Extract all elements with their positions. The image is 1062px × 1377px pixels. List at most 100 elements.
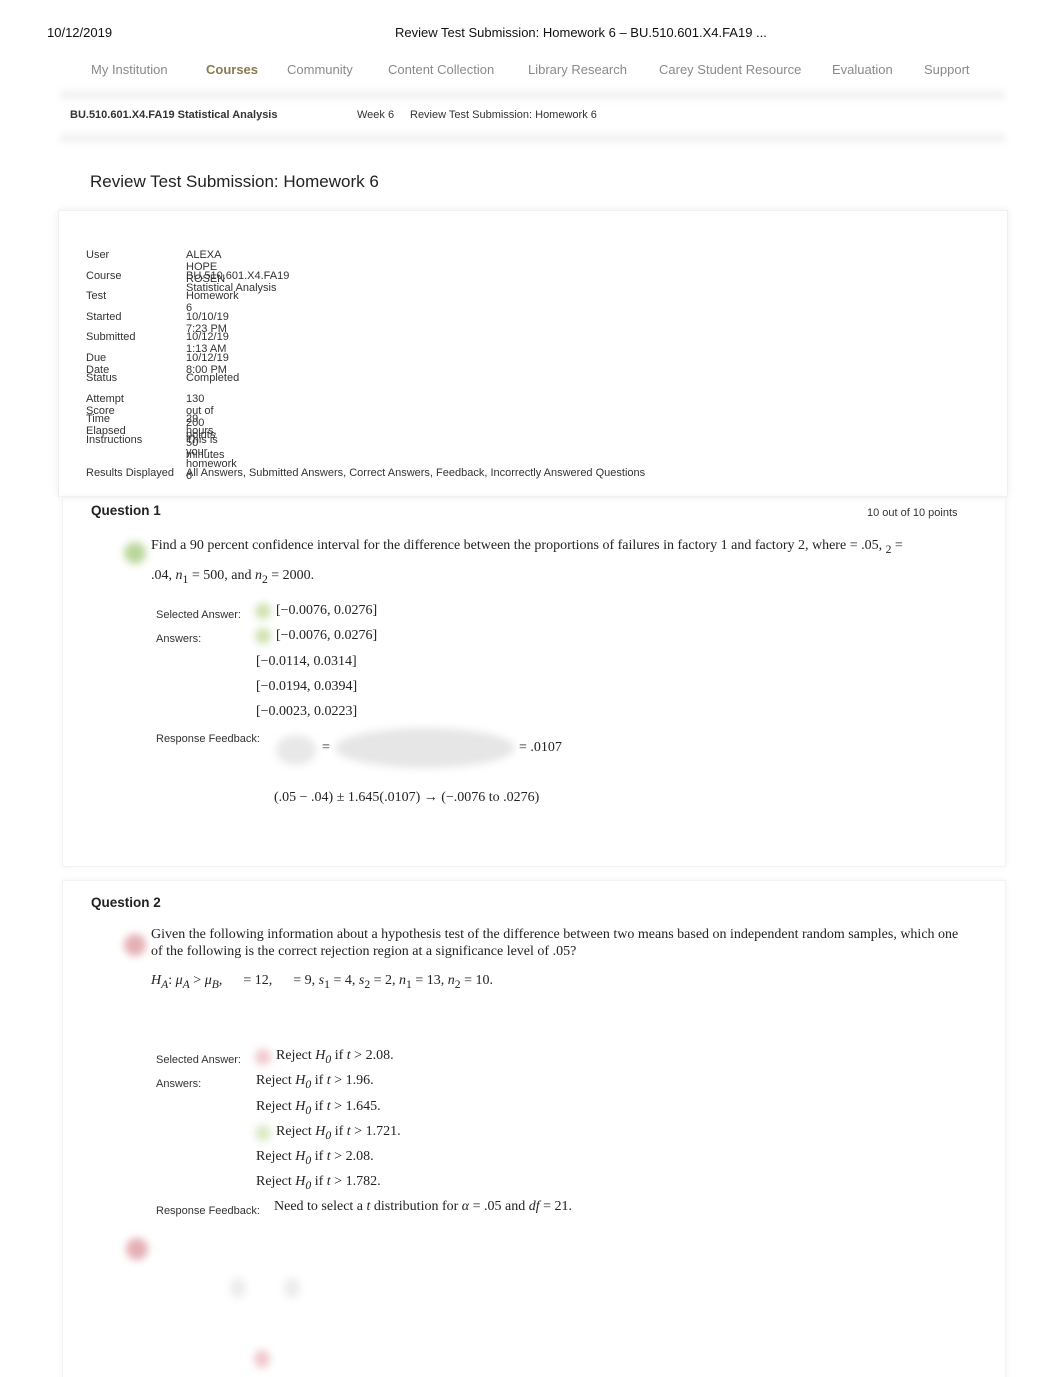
question-text: .04, n1 = 500, and n2 = 2000. — [151, 568, 314, 586]
text-segment: = .05, — [849, 538, 886, 553]
response-feedback-label: Response Feedback: — [156, 733, 260, 745]
text-segment: n — [399, 973, 407, 988]
answer-option: Reject H0 if t > 2.08. — [256, 1149, 374, 1167]
text-segment: = 2000. — [267, 568, 315, 583]
reject-prefix: Reject — [256, 1099, 296, 1114]
feedback-result: = .0107 — [519, 740, 562, 755]
reject-prefix: Reject — [256, 1174, 296, 1189]
if-text: if — [331, 1124, 347, 1139]
if-text: if — [311, 1174, 327, 1189]
text-segment: = 21. — [539, 1199, 573, 1214]
critical-value: 1.645 — [345, 1099, 378, 1114]
text-segment: = 4, — [329, 973, 359, 988]
answers-label: Answers: — [156, 633, 202, 645]
info-value: Completed — [186, 372, 240, 384]
critical-value: 1.96 — [345, 1073, 371, 1088]
nav-library-research[interactable]: Library Research — [528, 62, 627, 77]
answer-option: Reject H0 if t > 1.645. — [256, 1099, 381, 1117]
text-segment: = 2, — [370, 973, 400, 988]
answer-option: Reject H0 if t > 1.782. — [256, 1174, 381, 1192]
results-displayed-value: All Answers, Submitted Answers, Correct … — [186, 467, 646, 479]
t-var: t — [346, 1048, 351, 1063]
if-text: if — [331, 1048, 347, 1063]
nav-support[interactable]: Support — [924, 62, 970, 77]
info-label: Instructions — [86, 433, 143, 446]
critical-value: 2.08 — [345, 1149, 371, 1164]
h0: H — [315, 1048, 326, 1063]
correct-check-icon — [255, 628, 271, 644]
text-segment: = 12, — [222, 973, 294, 988]
text-segment: H — [151, 973, 162, 988]
answer-option: [−0.0023, 0.0223] — [256, 704, 358, 719]
page-title: Review Test Submission: Homework 6 — [90, 172, 379, 191]
text-segment: > — [189, 973, 205, 988]
critical-value: 2.08 — [365, 1048, 391, 1063]
text-segment: = — [891, 538, 903, 553]
text-segment: : — [168, 973, 176, 988]
h0: H — [295, 1149, 306, 1164]
selected-answer-label: Selected Answer: — [156, 609, 241, 621]
question-text: Given the following information about a … — [151, 927, 959, 959]
selected-answer: Reject H0 if t > 2.08. — [276, 1048, 394, 1066]
t-var: t — [346, 1124, 351, 1139]
question-title: Question 1 — [91, 503, 161, 518]
t-var: t — [326, 1174, 331, 1189]
text-segment: = 13, — [411, 973, 448, 988]
answer-option: [−0.0076, 0.0276] — [276, 628, 378, 643]
correct-check-icon — [255, 1125, 271, 1141]
question-points: 10 out of 10 points — [867, 507, 958, 519]
text-segment: df — [528, 1199, 540, 1214]
breadcrumb-week[interactable]: Week 6 — [357, 109, 394, 121]
answer-option: [−0.0194, 0.0394] — [256, 679, 358, 694]
text-segment: Find a 90 percent confidence interval fo… — [151, 538, 850, 553]
formula-image — [276, 735, 316, 765]
text-segment: = .05 and — [469, 1199, 529, 1214]
answer-option: Reject H0 if t > 1.96. — [256, 1073, 374, 1091]
answers-label: Answers: — [156, 1078, 202, 1090]
reject-prefix: Reject — [276, 1124, 316, 1139]
reject-prefix: Reject — [256, 1073, 296, 1088]
h0: H — [295, 1174, 306, 1189]
t-var: t — [326, 1149, 331, 1164]
reject-prefix: Reject — [256, 1149, 296, 1164]
nav-content-collection[interactable]: Content Collection — [388, 62, 494, 77]
info-label: Submitted — [86, 331, 136, 343]
incorrect-x-icon — [254, 1350, 270, 1368]
divider — [60, 90, 1005, 100]
nav-evaluation[interactable]: Evaluation — [832, 62, 893, 77]
feedback-equals: = — [322, 740, 330, 755]
nav-carey-student-resource[interactable]: Carey Student Resource — [659, 62, 801, 77]
breadcrumb-course[interactable]: BU.510.601.X4.FA19 Statistical Analysis — [70, 109, 277, 121]
incorrect-x-icon — [255, 1049, 271, 1065]
text-segment: A — [182, 977, 190, 991]
response-feedback-label: Response Feedback: — [156, 1205, 260, 1217]
incorrect-x-icon — [124, 934, 146, 956]
if-text: if — [311, 1099, 327, 1114]
selected-answer-label: Selected Answer: — [156, 1054, 241, 1066]
page: 10/12/2019 Review Test Submission: Homew… — [0, 0, 1062, 1377]
incorrect-x-icon — [126, 1238, 148, 1260]
text-segment: distribution for — [370, 1199, 462, 1214]
question-title: Question 2 — [91, 895, 161, 910]
print-title: Review Test Submission: Homework 6 – BU.… — [395, 25, 767, 40]
text-segment: μ — [204, 973, 212, 988]
text-segment: Need to select a — [274, 1199, 367, 1214]
selected-answer: [−0.0076, 0.0276] — [276, 603, 378, 618]
nav-my-institution[interactable]: My Institution — [91, 62, 168, 77]
text-segment: n — [447, 973, 455, 988]
text-segment: B — [211, 977, 219, 991]
nav-courses[interactable]: Courses — [206, 62, 258, 77]
print-date: 10/12/2019 — [47, 25, 113, 40]
info-label: Test — [86, 290, 107, 302]
formula-image — [230, 1278, 246, 1298]
answer-option: Reject H0 if t > 1.721. — [276, 1124, 401, 1142]
feedback-text: Need to select a t distribution for α = … — [274, 1199, 572, 1215]
formula-image — [284, 1278, 300, 1298]
if-text: if — [311, 1149, 327, 1164]
text-segment: n — [254, 568, 262, 583]
nav-community[interactable]: Community — [287, 62, 353, 77]
critical-value: 1.721 — [365, 1124, 398, 1139]
h0: H — [295, 1073, 306, 1088]
results-displayed-label: Results Displayed — [86, 467, 175, 479]
info-label: Started — [86, 310, 122, 323]
